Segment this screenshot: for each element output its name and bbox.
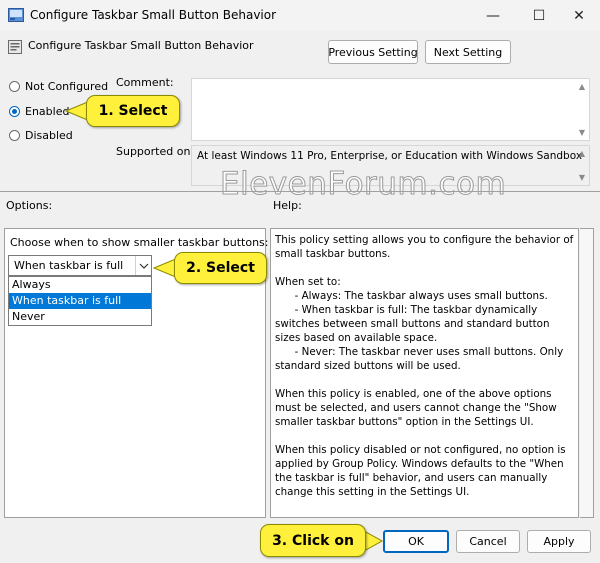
callout-step-1: 1. Select [86, 95, 180, 127]
callout-step-3: 3. Click on [260, 524, 366, 557]
callout-arrows [64, 100, 384, 552]
callout-step-2: 2. Select [174, 252, 267, 284]
callout-3-arrow [363, 530, 384, 552]
